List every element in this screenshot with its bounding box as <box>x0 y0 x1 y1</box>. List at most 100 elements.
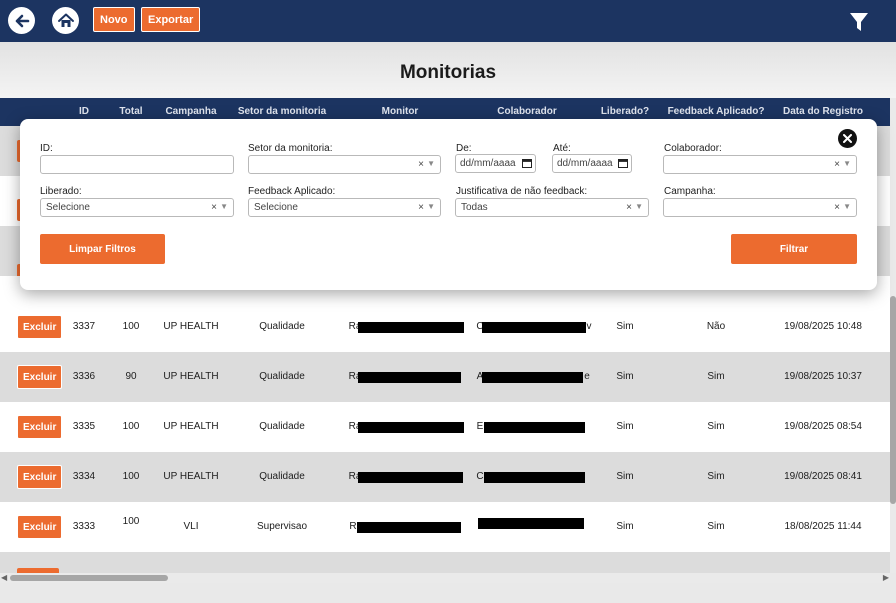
excluir-button[interactable]: Excluir <box>17 465 63 489</box>
id-filter-input[interactable] <box>40 155 234 174</box>
excluir-button[interactable]: Excluir <box>17 315 63 339</box>
cell-colaborador-tail: e <box>584 371 590 382</box>
ate-filter-label: Até: <box>553 143 571 154</box>
cell-campanha: UP HEALTH <box>163 371 219 382</box>
cell-data: 18/08/2025 11:44 <box>784 521 862 532</box>
feedback-filter-value: Selecione <box>254 202 298 213</box>
cell-id: 3335 <box>72 421 96 432</box>
de-date-placeholder: dd/mm/aaaa <box>460 158 516 169</box>
cell-data: 19/08/2025 08:41 <box>784 471 862 482</box>
chevron-down-icon: ▼ <box>843 202 851 211</box>
filtrar-button[interactable]: Filtrar <box>731 234 857 264</box>
home-button[interactable] <box>52 7 79 34</box>
justificativa-filter-select[interactable]: Todas × ▼ <box>455 198 649 217</box>
close-modal-button[interactable] <box>838 129 857 148</box>
cell-setor: Qualidade <box>259 321 305 332</box>
redaction-bar <box>358 372 461 383</box>
home-icon <box>57 13 74 27</box>
table-row: Excluir 3333 100 VLI Supervisao R Sim Si… <box>0 502 890 552</box>
cell-campanha: VLI <box>183 521 199 532</box>
clear-icon[interactable]: × <box>418 159 424 170</box>
cell-liberado: Sim <box>616 371 634 382</box>
campanha-filter-label: Campanha: <box>664 186 716 197</box>
ate-date-placeholder: dd/mm/aaaa <box>557 158 613 169</box>
vertical-scrollbar-thumb[interactable] <box>890 296 896 504</box>
cell-liberado: Sim <box>616 421 634 432</box>
top-navbar: Novo Exportar <box>0 0 896 42</box>
cell-id: 3333 <box>72 521 96 532</box>
cell-feedback: Sim <box>707 521 725 532</box>
campanha-filter-select[interactable]: × ▼ <box>663 198 857 217</box>
chevron-down-icon: ▼ <box>843 159 851 168</box>
cell-campanha: UP HEALTH <box>163 321 219 332</box>
arrow-left-icon <box>15 14 29 27</box>
redaction-bar <box>358 422 464 433</box>
table-row: Excluir 3335 100 UP HEALTH Qualidade Ra … <box>0 402 890 452</box>
liberado-filter-select[interactable]: Selecione × ▼ <box>40 198 234 217</box>
excluir-button[interactable]: Excluir <box>17 415 63 439</box>
liberado-filter-label: Liberado: <box>40 186 82 197</box>
liberado-filter-value: Selecione <box>46 202 90 213</box>
clear-icon[interactable]: × <box>834 159 840 170</box>
cell-id: 3336 <box>72 371 96 382</box>
calendar-icon[interactable] <box>522 158 532 168</box>
chevron-down-icon: ▼ <box>220 202 228 211</box>
excluir-button[interactable]: Excluir <box>17 515 63 539</box>
cell-campanha: UP HEALTH <box>163 471 219 482</box>
cell-total: 100 <box>122 471 140 482</box>
setor-filter-select[interactable]: × ▼ <box>248 155 441 174</box>
cell-liberado: Sim <box>616 321 634 332</box>
excluir-button[interactable]: Excluir <box>17 365 63 389</box>
cell-feedback: Não <box>706 321 726 332</box>
de-filter-label: De: <box>456 143 472 154</box>
cell-monitor: R <box>349 521 357 532</box>
cell-feedback: Sim <box>707 471 725 482</box>
justificativa-filter-value: Todas <box>461 202 488 213</box>
redaction-bar <box>482 372 583 383</box>
clear-icon[interactable]: × <box>834 202 840 213</box>
calendar-icon[interactable] <box>618 158 628 168</box>
colaborador-filter-label: Colaborador: <box>664 143 722 154</box>
cell-setor: Qualidade <box>259 421 305 432</box>
chevron-down-icon: ▼ <box>427 159 435 168</box>
clear-icon[interactable]: × <box>211 202 217 213</box>
feedback-filter-select[interactable]: Selecione × ▼ <box>248 198 441 217</box>
page-title: Monitorias <box>399 62 497 83</box>
colaborador-filter-select[interactable]: × ▼ <box>663 155 857 174</box>
cell-data: 19/08/2025 10:48 <box>784 321 862 332</box>
cell-campanha: UP HEALTH <box>163 421 219 432</box>
cell-setor: Supervisao <box>256 521 308 532</box>
clear-icon[interactable]: × <box>418 202 424 213</box>
exportar-button[interactable]: Exportar <box>141 7 201 32</box>
back-button[interactable] <box>8 7 35 34</box>
close-icon <box>843 134 852 143</box>
cell-id: 3334 <box>72 471 96 482</box>
limpar-filtros-button[interactable]: Limpar Filtros <box>40 234 165 264</box>
filter-modal: ID: Setor da monitoria: × ▼ De: dd/mm/aa… <box>20 119 877 290</box>
chevron-down-icon: ▼ <box>427 202 435 211</box>
redaction-bar <box>358 322 464 333</box>
clear-icon[interactable]: × <box>626 202 632 213</box>
cell-colaborador: E <box>476 421 484 432</box>
redaction-bar <box>482 322 586 333</box>
cell-liberado: Sim <box>616 521 634 532</box>
cell-feedback: Sim <box>707 421 725 432</box>
id-filter-label: ID: <box>40 143 53 154</box>
de-date-input[interactable]: dd/mm/aaaa <box>455 154 536 173</box>
horizontal-scrollbar-thumb[interactable] <box>10 575 168 581</box>
scroll-right-icon[interactable]: ▶ <box>883 573 889 583</box>
horizontal-scrollbar[interactable]: ◀ ▶ <box>0 573 890 583</box>
table-row: Excluir 3334 100 UP HEALTH Qualidade Ra … <box>0 452 890 502</box>
funnel-icon[interactable] <box>849 12 869 32</box>
cell-total: 100 <box>122 321 140 332</box>
cell-feedback: Sim <box>707 371 725 382</box>
cell-data: 19/08/2025 08:54 <box>784 421 862 432</box>
ate-date-input[interactable]: dd/mm/aaaa <box>552 154 632 173</box>
novo-button[interactable]: Novo <box>93 7 135 32</box>
scroll-left-icon[interactable]: ◀ <box>1 573 7 583</box>
redaction-bar <box>484 472 585 483</box>
cell-setor: Qualidade <box>259 471 305 482</box>
feedback-filter-label: Feedback Aplicado: <box>248 186 336 197</box>
cell-data: 19/08/2025 10:37 <box>784 371 862 382</box>
cell-id: 3337 <box>72 321 96 332</box>
